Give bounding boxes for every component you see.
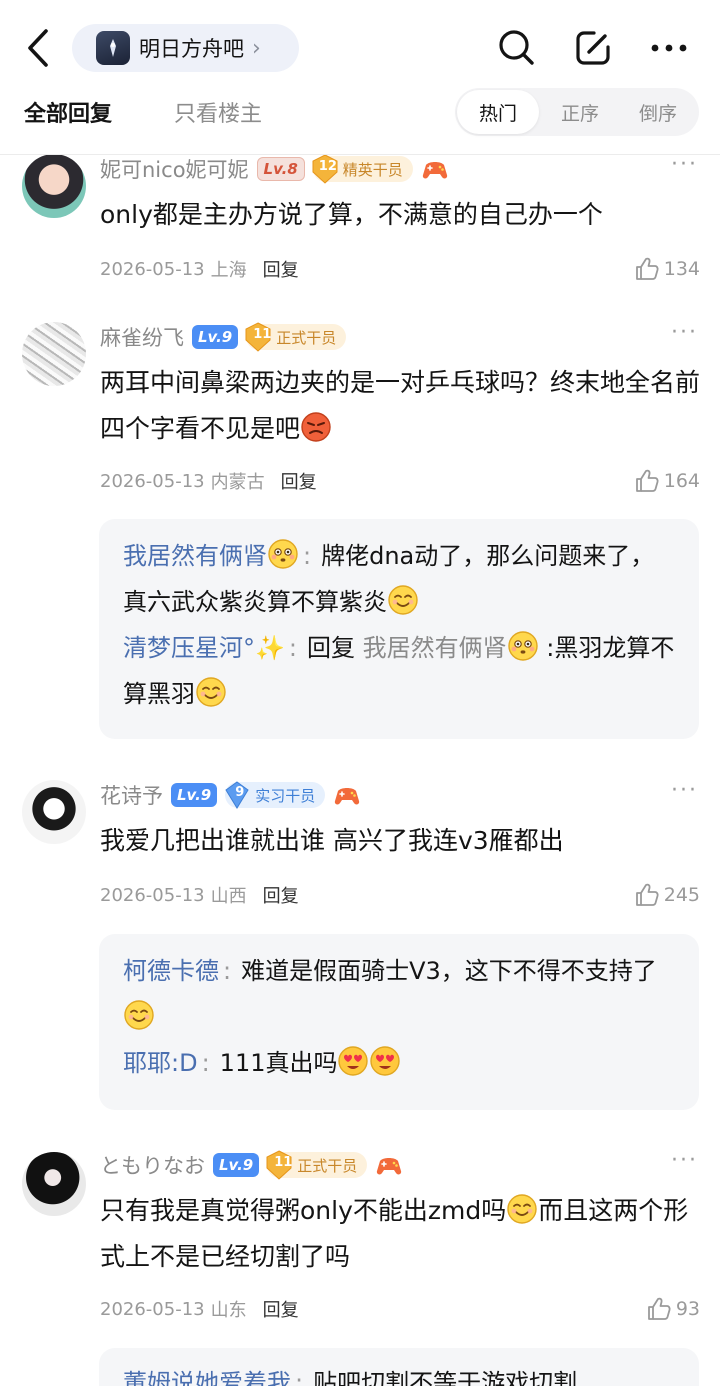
forum-logo-icon: [96, 31, 130, 65]
thumbs-up-icon: [646, 1296, 672, 1322]
smile-emoji-icon: [506, 1193, 538, 1225]
search-button[interactable]: [494, 26, 540, 70]
avatar[interactable]: [22, 322, 86, 386]
like-button[interactable]: 134: [634, 256, 700, 282]
reply-button[interactable]: 回复: [281, 468, 317, 494]
comment-date: 2026-05-13: [100, 470, 205, 492]
comment-date: 2026-05-13: [100, 258, 205, 280]
username[interactable]: 妮可nico妮可妮: [100, 154, 249, 184]
like-count: 93: [675, 1298, 700, 1320]
back-button[interactable]: [18, 26, 58, 70]
comment-text: 两耳中间鼻梁两边夹的是一对乒乓球吗？终末地全名前四个字看不见是吧: [100, 368, 701, 443]
level-badge: Lv.9: [171, 783, 218, 807]
comment-location: 上海: [210, 260, 247, 281]
flushed-emoji-icon: [267, 538, 299, 570]
gamepad-icon: [375, 1153, 403, 1177]
comment-location: 山西: [210, 886, 247, 907]
comment-more-button[interactable]: ···: [671, 320, 698, 345]
sub-reply: 清梦压星河°✨: 回复 我居然有俩肾 :黑羽龙算不算黑羽: [123, 625, 675, 717]
search-icon: [499, 30, 534, 65]
sub-reply-username[interactable]: 清梦压星河°✨: [123, 634, 285, 662]
sub-reply: 我居然有俩肾: 牌佬dna动了，那么问题来了，真六武众紫炎算不算紫炎: [123, 533, 675, 625]
like-count: 134: [663, 258, 700, 280]
avatar[interactable]: [22, 780, 86, 844]
forum-link[interactable]: 明日方舟吧 ›: [72, 24, 299, 72]
smile-emoji-icon: [123, 999, 155, 1031]
username[interactable]: ともりなお: [100, 1150, 205, 1180]
sub-reply-username[interactable]: 耶耶:D: [123, 1049, 198, 1077]
comment-location: 内蒙古: [210, 472, 265, 493]
avatar[interactable]: [22, 1152, 86, 1216]
title-badge: 11 正式干员: [246, 324, 347, 350]
level-badge: Lv.8: [256, 157, 305, 181]
sub-reply: 柯德卡德: 难道是假面骑士V3，这下不得不支持了: [123, 948, 675, 1040]
sub-reply-box[interactable]: 我居然有俩肾: 牌佬dna动了，那么问题来了，真六武众紫炎算不算紫炎 清梦压星河°…: [99, 519, 699, 739]
chevron-left-icon: [28, 29, 48, 67]
sort-hot[interactable]: 热门: [457, 90, 539, 134]
title-badge: 11 正式干员: [267, 1152, 368, 1178]
like-button[interactable]: 164: [634, 468, 700, 494]
comment-more-button[interactable]: ···: [671, 1148, 698, 1173]
sort-switch: 热门 正序 倒序: [455, 88, 699, 136]
flushed-emoji-icon: [507, 630, 539, 662]
more-options-button[interactable]: [646, 26, 692, 70]
like-count: 164: [663, 470, 700, 492]
sub-reply-username[interactable]: 我居然有俩肾: [123, 542, 267, 570]
reply-button[interactable]: 回复: [263, 1296, 299, 1322]
reply-button[interactable]: 回复: [263, 882, 299, 908]
angry-emoji-icon: [300, 411, 332, 443]
tab-all-replies[interactable]: 全部回复: [24, 96, 112, 128]
comment-text: 我爱几把出谁就出谁 高兴了我连v3雁都出: [100, 826, 564, 855]
level-badge: Lv.9: [192, 325, 239, 349]
edit-icon: [576, 31, 610, 65]
comment-text: 只有我是真觉得粥only不能出zmd吗 而且这两个形式上不是已经切割了吗: [100, 1188, 700, 1280]
sort-descending[interactable]: 倒序: [619, 88, 697, 136]
thumbs-up-icon: [634, 468, 660, 494]
thumbs-up-icon: [634, 882, 660, 908]
comment-location: 山东: [210, 1300, 247, 1321]
tab-op-only[interactable]: 只看楼主: [174, 96, 262, 128]
username[interactable]: 花诗予: [100, 780, 163, 810]
sub-reply-username[interactable]: 董姆说她爱着我: [123, 1369, 291, 1386]
sub-reply-box[interactable]: 董姆说她爱着我: 贴吧切割不等于游戏切割: [99, 1348, 699, 1386]
smile-emoji-icon: [195, 676, 227, 708]
comment-date: 2026-05-13: [100, 884, 205, 906]
forum-name: 明日方舟吧: [139, 37, 244, 61]
sub-reply: 耶耶:D:111真出吗: [123, 1040, 675, 1086]
comment-more-button[interactable]: ···: [671, 152, 698, 177]
sub-reply-username[interactable]: 柯德卡德: [123, 957, 219, 985]
comment-text: only都是主办方说了算，不满意的自己办一个: [100, 200, 603, 229]
sub-reply-box[interactable]: 柯德卡德: 难道是假面骑士V3，这下不得不支持了 耶耶:D:111真出吗: [99, 934, 699, 1110]
top-bar: 明日方舟吧 › 全部回复 只看楼主 热门 正序 倒序: [0, 0, 720, 155]
title-badge: 9 实习干员: [225, 782, 326, 808]
title-badge: 12 精英干员: [313, 156, 413, 182]
gamepad-icon: [333, 783, 361, 807]
comment-date: 2026-05-13: [100, 1298, 205, 1320]
heart-eyes-emoji-icon: [337, 1045, 369, 1077]
reply-button[interactable]: 回复: [263, 256, 299, 282]
more-horizontal-icon: [651, 44, 687, 52]
sub-reply: 董姆说她爱着我: 贴吧切割不等于游戏切割: [123, 1360, 675, 1386]
reply-tabs: 全部回复 只看楼主 热门 正序 倒序: [0, 88, 720, 138]
like-button[interactable]: 93: [646, 1296, 700, 1322]
thumbs-up-icon: [634, 256, 660, 282]
level-badge: Lv.9: [213, 1153, 260, 1177]
like-count: 245: [663, 884, 700, 906]
like-button[interactable]: 245: [634, 882, 700, 908]
heart-eyes-emoji-icon: [369, 1045, 401, 1077]
write-post-button[interactable]: [570, 26, 616, 70]
gamepad-icon: [421, 157, 449, 181]
comment-more-button[interactable]: ···: [671, 778, 698, 803]
sort-ascending[interactable]: 正序: [541, 88, 619, 136]
chevron-right-icon: ›: [252, 35, 261, 61]
avatar[interactable]: [22, 154, 86, 218]
smile-emoji-icon: [387, 584, 419, 616]
username[interactable]: 麻雀纷飞: [100, 322, 184, 352]
